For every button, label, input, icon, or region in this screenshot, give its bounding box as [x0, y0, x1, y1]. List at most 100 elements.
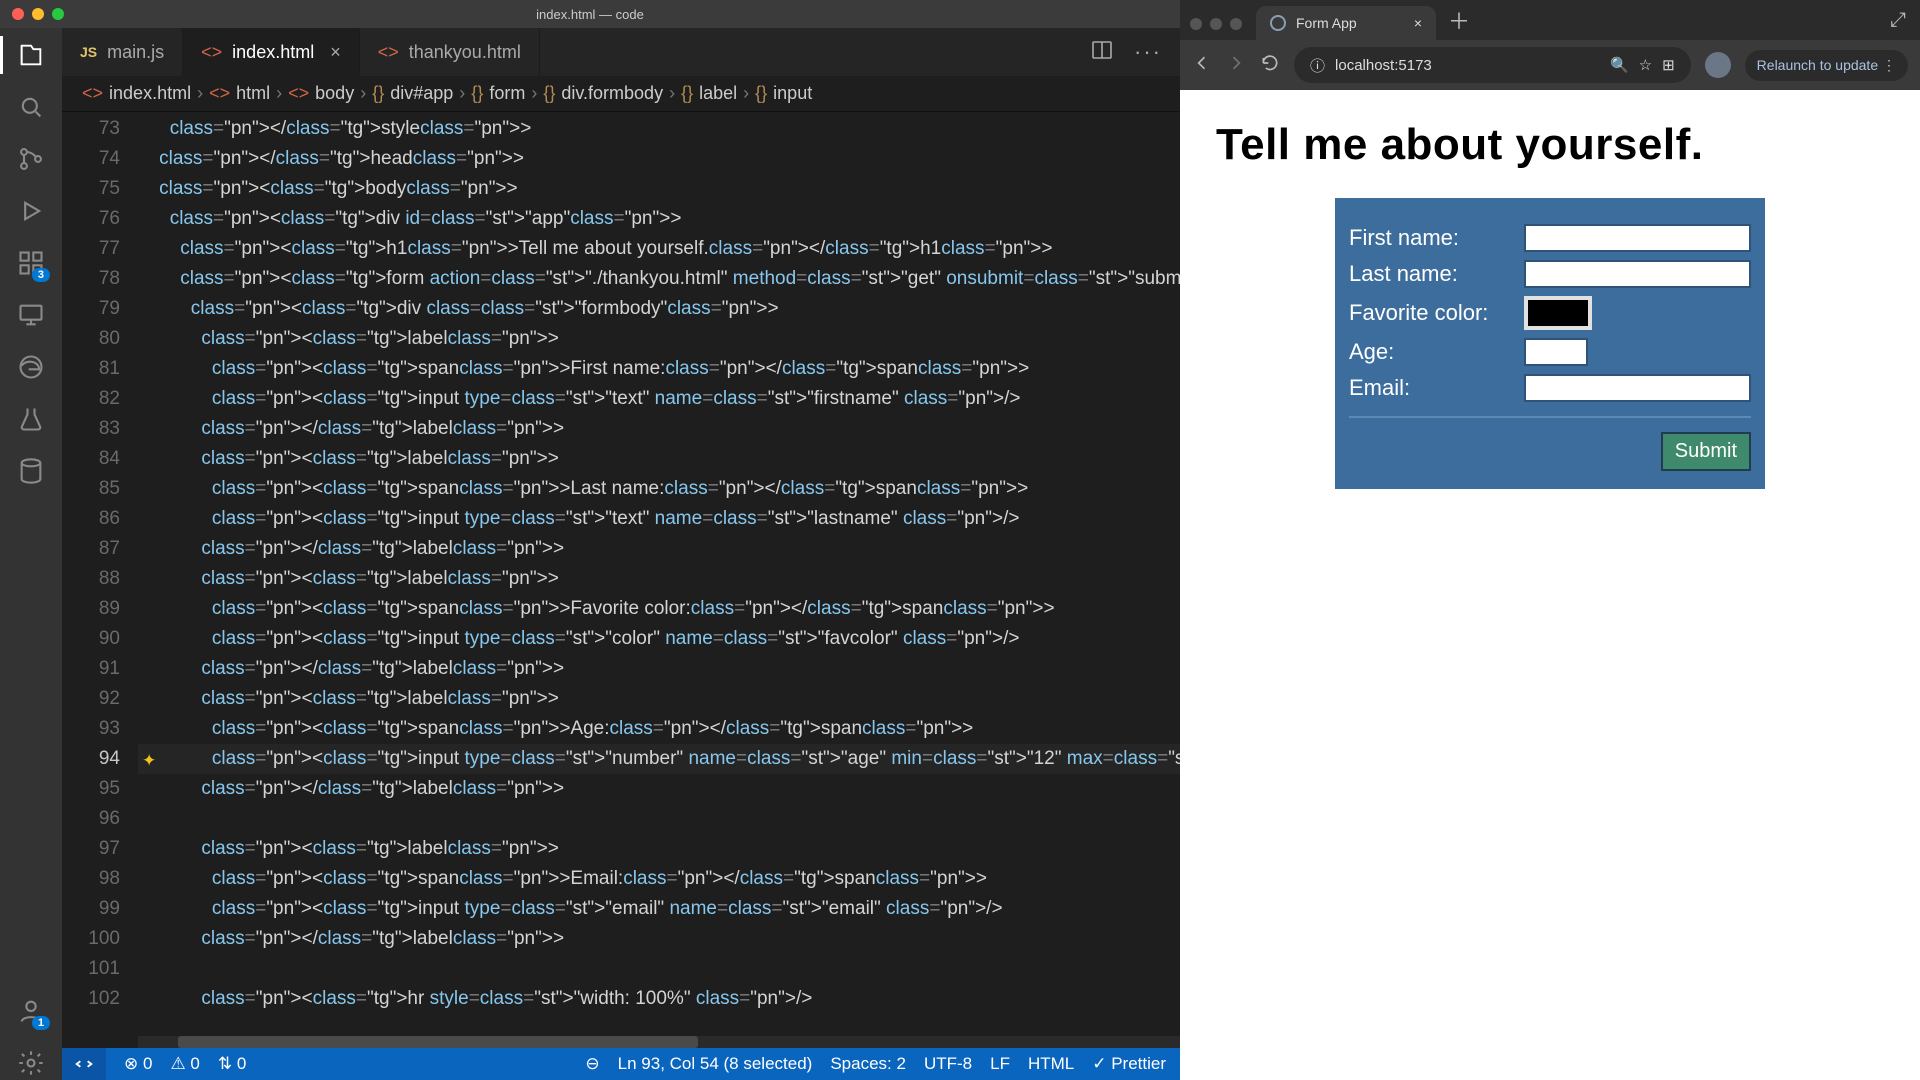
label-age: Age:: [1349, 339, 1524, 365]
vscode-window: index.html — code 3 1 JS main.js: [0, 0, 1180, 1080]
run-debug-icon[interactable]: [14, 194, 48, 228]
eol-status[interactable]: LF: [990, 1054, 1010, 1074]
age-input[interactable]: [1524, 338, 1588, 366]
tab-indexhtml[interactable]: <> index.html ×: [183, 28, 360, 76]
explorer-icon[interactable]: [14, 38, 48, 72]
search-icon[interactable]: [14, 90, 48, 124]
minimize-window-icon[interactable]: [1210, 18, 1222, 30]
expand-window-icon[interactable]: ⤢: [1890, 9, 1906, 32]
language-mode[interactable]: HTML: [1028, 1054, 1074, 1074]
indent-status[interactable]: Spaces: 2: [830, 1054, 906, 1074]
brace-icon: {}: [755, 83, 767, 104]
tab-thankyou[interactable]: <> thankyou.html: [360, 28, 540, 76]
url-text: localhost:5173: [1335, 57, 1432, 74]
testing-icon[interactable]: [14, 402, 48, 436]
form-card: First name: Last name: Favorite color: A…: [1335, 198, 1765, 489]
close-tab-icon[interactable]: ×: [1414, 15, 1422, 31]
source-control-icon[interactable]: [14, 142, 48, 176]
tab-title: Form App: [1296, 15, 1357, 31]
tag-icon: <>: [209, 83, 230, 104]
html-file-icon: <>: [82, 83, 103, 104]
horizontal-scrollbar[interactable]: [138, 1036, 1180, 1048]
edge-icon[interactable]: [14, 350, 48, 384]
address-bar[interactable]: ⓘ localhost:5173 🔍 ☆ ⊞: [1294, 47, 1691, 83]
extensions-badge: 3: [32, 268, 50, 282]
tab-label: index.html: [232, 42, 314, 63]
crumb[interactable]: div.formbody: [561, 83, 663, 104]
reload-button[interactable]: [1260, 53, 1280, 78]
zoom-window-icon[interactable]: [52, 8, 64, 20]
settings-gear-icon[interactable]: [14, 1046, 48, 1080]
tab-mainjs[interactable]: JS main.js: [62, 28, 183, 76]
remote-explorer-icon[interactable]: [14, 298, 48, 332]
forward-button[interactable]: [1226, 53, 1246, 78]
crumb[interactable]: html: [236, 83, 270, 104]
activity-bar: 3 1: [0, 28, 62, 1080]
breadcrumbs[interactable]: <>index.html› <>html› <>body› {}div#app›…: [62, 76, 1180, 112]
site-icon: [1270, 15, 1286, 31]
install-app-icon[interactable]: ⊞: [1662, 56, 1675, 74]
browser-toolbar: ⓘ localhost:5173 🔍 ☆ ⊞ Relaunch to updat…: [1180, 40, 1920, 90]
profile-avatar[interactable]: [1705, 52, 1731, 78]
code-editor[interactable]: 7374757677787980818283848586878889909192…: [62, 112, 1180, 1048]
tab-label: thankyou.html: [409, 42, 521, 63]
status-bar: ⊗ 0 ⚠ 0 ⇅ 0 ⊖ Ln 93, Col 54 (8 selected)…: [62, 1048, 1180, 1080]
titlebar: index.html — code: [0, 0, 1180, 28]
close-icon[interactable]: ×: [330, 42, 341, 63]
crumb[interactable]: input: [773, 83, 812, 104]
page-heading: Tell me about yourself.: [1216, 120, 1884, 170]
label-first: First name:: [1349, 225, 1524, 251]
zoom-window-icon[interactable]: [1230, 18, 1242, 30]
crumb[interactable]: div#app: [390, 83, 453, 104]
bookmark-star-icon[interactable]: ☆: [1639, 56, 1652, 74]
crumb[interactable]: index.html: [109, 83, 191, 104]
encoding-status[interactable]: UTF-8: [924, 1054, 972, 1074]
chrome-window: Form App × ＋ ⤢ ⓘ localhost:5173 🔍 ☆ ⊞: [1180, 0, 1920, 1080]
label-email: Email:: [1349, 375, 1524, 401]
problems-errors[interactable]: ⊗ 0: [124, 1054, 152, 1074]
favcolor-input[interactable]: [1524, 296, 1592, 330]
crumb[interactable]: label: [699, 83, 737, 104]
account-icon[interactable]: 1: [14, 994, 48, 1028]
rendered-page: Tell me about yourself. First name: Last…: [1180, 90, 1920, 1080]
html-file-icon: <>: [201, 42, 222, 63]
tab-label: main.js: [107, 42, 164, 63]
relaunch-button[interactable]: Relaunch to update ⋮: [1745, 50, 1908, 81]
browser-tab[interactable]: Form App ×: [1256, 6, 1436, 40]
brace-icon: {}: [471, 83, 483, 104]
tag-icon: <>: [288, 83, 309, 104]
split-editor-icon[interactable]: [1090, 38, 1114, 67]
editor-tabs: JSmain.js <>index.html× <>thankyou.html …: [62, 28, 1180, 76]
problems-warnings[interactable]: ⚠ 0: [170, 1054, 199, 1074]
label-last: Last name:: [1349, 261, 1524, 287]
label-color: Favorite color:: [1349, 300, 1524, 326]
html-file-icon: <>: [378, 42, 399, 63]
crumb[interactable]: body: [315, 83, 354, 104]
more-actions-icon[interactable]: ···: [1134, 39, 1162, 65]
back-button[interactable]: [1192, 53, 1212, 78]
extensions-icon[interactable]: 3: [14, 246, 48, 280]
ports-status[interactable]: ⇅ 0: [218, 1054, 246, 1074]
window-title: index.html — code: [536, 7, 644, 22]
new-tab-button[interactable]: ＋: [1448, 4, 1470, 36]
firstname-input[interactable]: [1524, 224, 1751, 252]
brace-icon: {}: [372, 83, 384, 104]
zoom-out-icon[interactable]: ⊖: [585, 1054, 599, 1074]
close-window-icon[interactable]: [1190, 18, 1202, 30]
submit-button[interactable]: Submit: [1661, 432, 1751, 471]
crumb[interactable]: form: [489, 83, 525, 104]
minimize-window-icon[interactable]: [32, 8, 44, 20]
js-file-icon: JS: [80, 44, 97, 60]
cursor-position[interactable]: Ln 93, Col 54 (8 selected): [618, 1054, 813, 1074]
email-input[interactable]: [1524, 374, 1751, 402]
lastname-input[interactable]: [1524, 260, 1751, 288]
form-divider: [1349, 416, 1751, 418]
prettier-status[interactable]: ✓ Prettier: [1092, 1054, 1166, 1074]
database-icon[interactable]: [14, 454, 48, 488]
remote-indicator-icon[interactable]: [62, 1048, 106, 1080]
site-info-icon[interactable]: ⓘ: [1310, 55, 1325, 76]
close-window-icon[interactable]: [12, 8, 24, 20]
zoom-icon[interactable]: 🔍: [1610, 56, 1629, 74]
lightbulb-icon[interactable]: ✦: [142, 746, 156, 776]
brace-icon: {}: [543, 83, 555, 104]
